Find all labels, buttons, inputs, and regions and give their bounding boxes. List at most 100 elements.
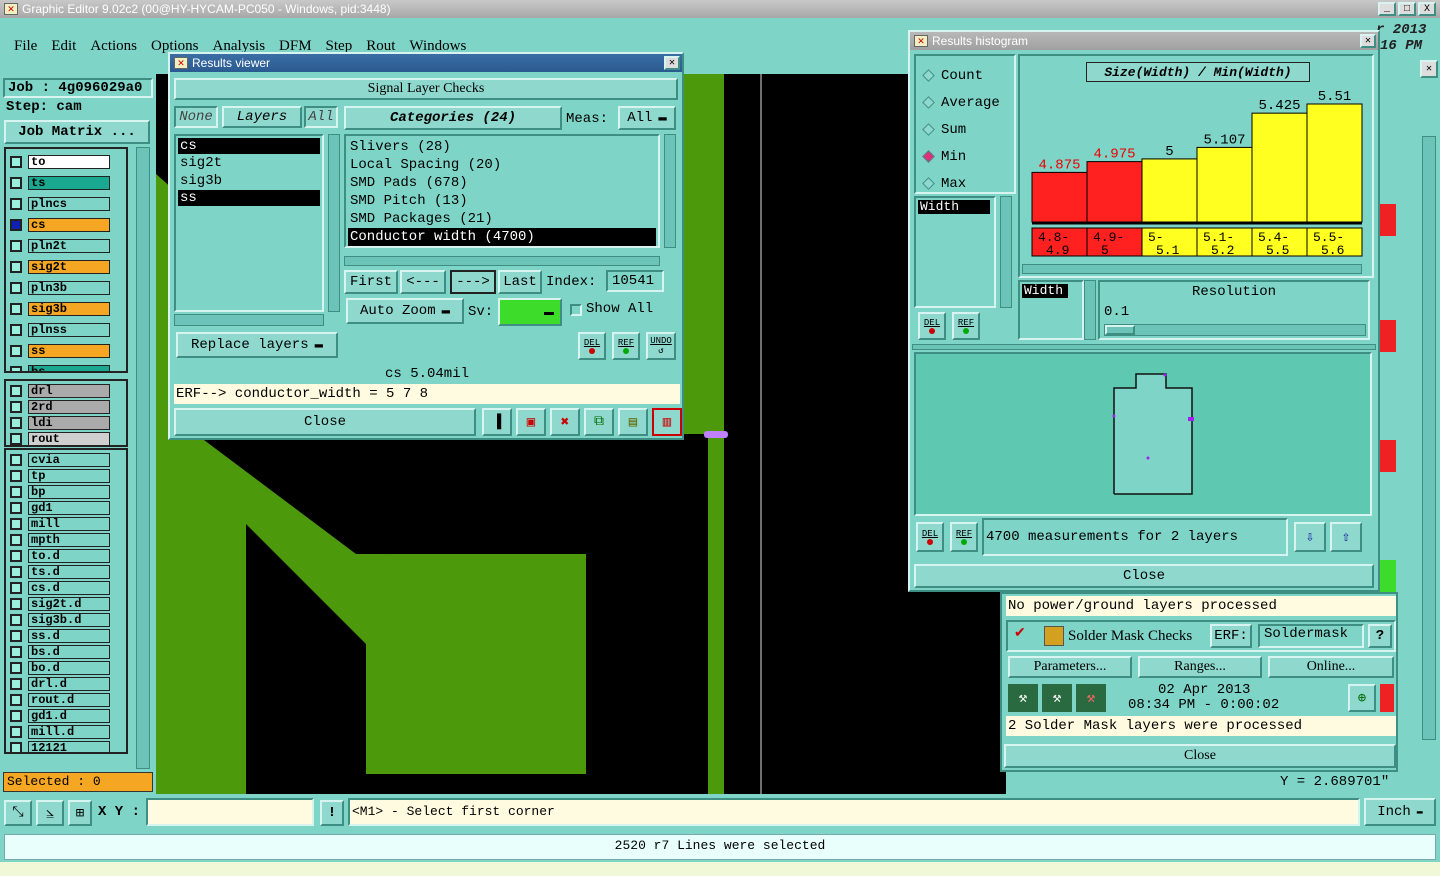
- measure-tool-icon[interactable]: ⦥: [36, 800, 64, 826]
- report-tool-icon[interactable]: ▤: [618, 408, 648, 436]
- layer-row-ss[interactable]: ss: [6, 340, 126, 361]
- meas-dropdown[interactable]: All ▬: [618, 106, 676, 130]
- layer-checkbox[interactable]: [10, 502, 22, 514]
- layer-checkbox[interactable]: [10, 239, 22, 252]
- categories-list[interactable]: Slivers (28) Local Spacing (20) SMD Pads (…: [344, 134, 660, 248]
- online-button[interactable]: Online...: [1268, 656, 1394, 678]
- side-scrollbar[interactable]: [1422, 136, 1436, 740]
- slider-thumb[interactable]: [1105, 325, 1135, 335]
- mode-radio-sum[interactable]: Sum: [920, 116, 1010, 143]
- layer-row-drl[interactable]: drl: [6, 383, 126, 399]
- layer-scrollbar[interactable]: [136, 147, 150, 769]
- layer-row-12121[interactable]: 12121: [6, 740, 126, 752]
- layer-list-hscroll[interactable]: [174, 314, 324, 326]
- layer-checkbox[interactable]: [10, 281, 22, 294]
- histogram-bar[interactable]: [1031, 171, 1088, 223]
- histogram-close-button[interactable]: Close: [914, 564, 1374, 588]
- mode-radio-min[interactable]: Min: [920, 143, 1010, 170]
- layer-checkbox[interactable]: [10, 582, 22, 594]
- next-button[interactable]: --->: [450, 270, 496, 294]
- close-panel-icon[interactable]: ✕: [1420, 60, 1438, 78]
- categories-button[interactable]: Categories (24): [344, 106, 562, 130]
- none-button[interactable]: None: [174, 106, 218, 128]
- layer-checkbox[interactable]: [10, 630, 22, 642]
- splitter-bar[interactable]: [912, 344, 1376, 350]
- hist-ref-button[interactable]: REF: [952, 312, 980, 340]
- units-dropdown[interactable]: Inch ▬: [1364, 798, 1436, 826]
- help-button[interactable]: ?: [1368, 624, 1392, 648]
- histogram-tool-icon[interactable]: ▥: [652, 408, 682, 436]
- del-button[interactable]: DEL: [578, 332, 606, 360]
- auto-zoom-dropdown[interactable]: Auto Zoom ▬: [346, 298, 464, 324]
- layer-color-tool-icon[interactable]: ▐: [482, 408, 512, 436]
- layer-checkbox[interactable]: [10, 534, 22, 546]
- field-list-scrollbar[interactable]: [1000, 196, 1012, 308]
- histogram-bar[interactable]: [1251, 112, 1308, 223]
- layer-row-ts-d[interactable]: ts.d: [6, 564, 126, 580]
- layer-row-bs[interactable]: bs: [6, 361, 126, 371]
- layer-checkbox[interactable]: [10, 197, 22, 210]
- layer-row-mpth[interactable]: mpth: [6, 532, 126, 548]
- histogram-bar[interactable]: [1196, 146, 1253, 223]
- layer-row-sig3b-d[interactable]: sig3b.d: [6, 612, 126, 628]
- field-list[interactable]: Width: [914, 196, 996, 308]
- layer-row-gd1[interactable]: gd1: [6, 500, 126, 516]
- layer-row-pln2t[interactable]: pln2t: [6, 235, 126, 256]
- undo-button[interactable]: UNDO ↺: [646, 332, 676, 360]
- grid-tool-icon[interactable]: ⊞: [68, 800, 92, 826]
- layer-checkbox[interactable]: [10, 550, 22, 562]
- layer-checkbox[interactable]: [10, 566, 22, 578]
- layer-checkbox[interactable]: [10, 646, 22, 658]
- layer-checkbox[interactable]: [10, 176, 22, 189]
- layer-checkbox[interactable]: [10, 742, 22, 752]
- layer-checkbox[interactable]: [10, 662, 22, 674]
- layer-row-plnss[interactable]: plnss: [6, 319, 126, 340]
- layer-checkbox[interactable]: [10, 694, 22, 706]
- layer-checkbox[interactable]: [10, 365, 22, 371]
- category-item[interactable]: Conductor width (4700): [348, 228, 656, 246]
- index-input[interactable]: 10541: [606, 270, 664, 292]
- show-all-checkbox[interactable]: [570, 304, 582, 316]
- category-item[interactable]: Local Spacing (20): [348, 156, 656, 174]
- histogram-bar[interactable]: [1306, 103, 1363, 223]
- layer-item-sig2t[interactable]: sig2t: [178, 154, 320, 172]
- field-item-width[interactable]: Width: [918, 200, 990, 214]
- export-up-icon[interactable]: ⇧: [1330, 522, 1362, 552]
- layer-row-pln3b[interactable]: pln3b: [6, 277, 126, 298]
- enable-checkmark-icon[interactable]: ✔: [1014, 624, 1026, 641]
- run-check-icon[interactable]: ⚒: [1008, 684, 1038, 712]
- checks-close-button[interactable]: Close: [1004, 744, 1396, 768]
- histogram-bar[interactable]: [1086, 161, 1143, 223]
- exclude-tool-icon[interactable]: ✖: [550, 408, 580, 436]
- layer-checkbox[interactable]: [10, 344, 22, 357]
- preview-del-button[interactable]: DEL: [916, 522, 944, 552]
- layer-row-ldi[interactable]: ldi: [6, 415, 126, 431]
- layer-checkbox[interactable]: [10, 518, 22, 530]
- hist-del-button[interactable]: DEL: [918, 312, 946, 340]
- layer-row-drl-d[interactable]: drl.d: [6, 676, 126, 692]
- layer-checkbox[interactable]: [10, 710, 22, 722]
- layer-checkbox[interactable]: [10, 260, 22, 273]
- parameters-button[interactable]: Parameters...: [1008, 656, 1132, 678]
- layer-checkbox[interactable]: [10, 155, 22, 168]
- resolution-slider[interactable]: [1104, 324, 1366, 336]
- layers-button[interactable]: Layers: [222, 106, 302, 128]
- layer-checkbox[interactable]: [10, 433, 22, 445]
- all-layers-button[interactable]: All: [304, 106, 338, 128]
- resolution-field-scrollbar[interactable]: [1084, 280, 1096, 340]
- menu-file[interactable]: File: [14, 38, 37, 55]
- preview-ref-button[interactable]: REF: [950, 522, 978, 552]
- export-down-icon[interactable]: ⇩: [1294, 522, 1326, 552]
- layer-row-sig3b[interactable]: sig3b: [6, 298, 126, 319]
- results-viewer-close-icon[interactable]: ✕: [664, 56, 680, 70]
- replace-layers-dropdown[interactable]: Replace layers ▬: [176, 332, 338, 358]
- layer-checkbox[interactable]: [10, 470, 22, 482]
- close-app-button[interactable]: X: [1418, 2, 1436, 16]
- layer-row-cs-d[interactable]: cs.d: [6, 580, 126, 596]
- layer-list-scrollbar[interactable]: [328, 134, 340, 312]
- layer-checkbox[interactable]: [10, 323, 22, 336]
- xy-input[interactable]: [146, 798, 314, 826]
- category-item[interactable]: SMD Pads (678): [348, 174, 656, 192]
- maximize-button[interactable]: □: [1398, 2, 1416, 16]
- layer-row-plncs[interactable]: plncs: [6, 193, 126, 214]
